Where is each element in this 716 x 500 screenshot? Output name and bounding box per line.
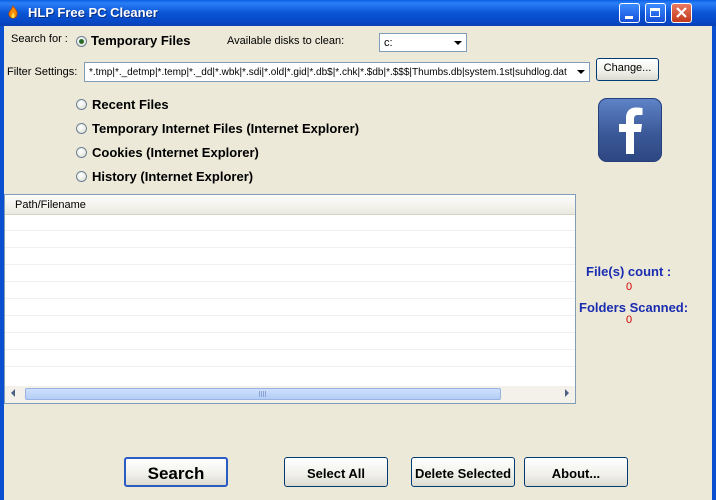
horizontal-scrollbar[interactable] [5, 386, 575, 403]
delete-selected-button[interactable]: Delete Selected [411, 457, 515, 487]
about-button-label: About... [551, 466, 601, 481]
title-bar: HLP Free PC Cleaner [0, 0, 716, 26]
cookies-radio[interactable] [76, 147, 87, 158]
select-all-button-label: Select All [306, 466, 366, 481]
change-button-label: Change... [603, 62, 652, 74]
folders-scanned-label: Folders Scanned: [579, 300, 689, 315]
select-all-button[interactable]: Select All [284, 457, 388, 487]
disk-select-value: c: [384, 37, 393, 49]
list-row-line [5, 247, 575, 248]
folders-scanned-value: 0 [626, 314, 633, 326]
close-icon [676, 7, 687, 18]
window-frame-right [712, 26, 716, 500]
scroll-thumb[interactable] [25, 388, 501, 400]
disks-label: Available disks to clean: [227, 35, 345, 47]
list-row-line [5, 366, 575, 367]
files-count-value: 0 [626, 281, 633, 293]
list-row-line [5, 298, 575, 299]
list-row-line [5, 281, 575, 282]
temporary-internet-files-label[interactable]: Temporary Internet Files (Internet Explo… [92, 121, 359, 136]
app-flame-icon [8, 5, 18, 19]
recent-files-label[interactable]: Recent Files [92, 97, 169, 112]
history-radio[interactable] [76, 171, 87, 182]
window-title: HLP Free PC Cleaner [28, 5, 158, 20]
list-row-line [5, 349, 575, 350]
change-button[interactable]: Change... [596, 58, 659, 81]
facebook-logo [619, 107, 643, 154]
search-button[interactable]: Search [124, 457, 228, 487]
list-row-line [5, 264, 575, 265]
filter-settings-label: Filter Settings: [7, 66, 78, 78]
maximize-icon [650, 8, 660, 17]
filter-settings-value: *.tmp|*._detmp|*.temp|*._dd|*.wbk|*.sdi|… [89, 67, 567, 78]
history-label[interactable]: History (Internet Explorer) [92, 169, 253, 184]
delete-selected-button-label: Delete Selected [414, 466, 512, 481]
search-button-label: Search [147, 464, 205, 483]
recent-files-radio[interactable] [76, 99, 87, 110]
scroll-grip [259, 391, 267, 397]
files-count-label: File(s) count : [586, 264, 672, 279]
cookies-label[interactable]: Cookies (Internet Explorer) [92, 145, 259, 160]
results-list-header: Path/Filename [5, 195, 575, 215]
about-button[interactable]: About... [524, 457, 628, 487]
filter-settings-field[interactable]: *.tmp|*._detmp|*.temp|*._dd|*.wbk|*.sdi|… [84, 62, 590, 82]
dropdown-arrow-icon[interactable] [572, 64, 588, 80]
scroll-left-icon[interactable] [11, 389, 15, 397]
list-row-line [5, 332, 575, 333]
dropdown-arrow-icon[interactable] [449, 35, 465, 50]
maximize-button[interactable] [645, 3, 666, 23]
column-header-path[interactable]: Path/Filename [15, 199, 86, 211]
temporary-internet-files-radio[interactable] [76, 123, 87, 134]
scroll-right-icon[interactable] [565, 389, 569, 397]
temporary-files-radio[interactable] [76, 36, 87, 47]
list-row-line [5, 230, 575, 231]
list-row-line [5, 315, 575, 316]
temporary-files-label[interactable]: Temporary Files [91, 33, 190, 48]
disk-select[interactable]: c: [379, 33, 467, 52]
minimize-icon [625, 16, 633, 19]
close-button[interactable] [671, 3, 692, 23]
search-for-label: Search for : [11, 33, 68, 45]
facebook-icon[interactable] [598, 98, 662, 162]
minimize-button[interactable] [619, 3, 640, 23]
results-list[interactable]: Path/Filename [4, 194, 576, 404]
